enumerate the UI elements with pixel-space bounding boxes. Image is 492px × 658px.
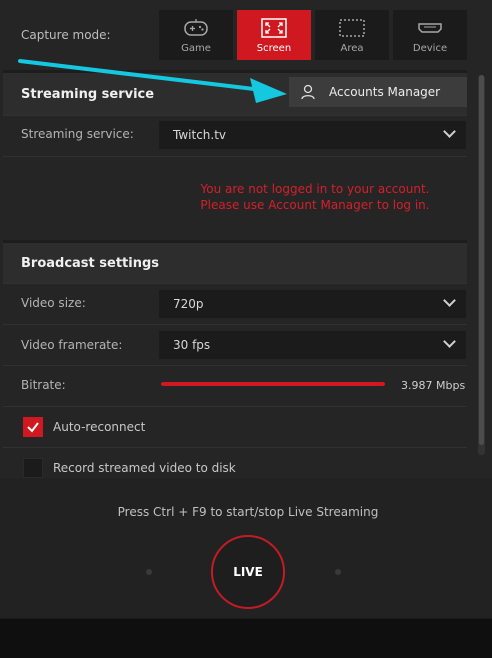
checkmark-icon (27, 422, 39, 433)
chevron-down-icon (443, 294, 456, 307)
streaming-service-value: Twitch.tv (173, 128, 227, 142)
bitrate-slider-fill (161, 382, 385, 386)
capture-mode-device-label: Device (412, 43, 448, 54)
record-video-checkbox[interactable] (23, 458, 43, 478)
gamepad-icon (181, 17, 211, 39)
bitrate-slider[interactable] (161, 382, 385, 386)
broadcast-settings-header: Broadcast settings (3, 240, 467, 283)
streaming-service-label: Streaming service: (21, 127, 134, 141)
video-framerate-label: Video framerate: (21, 338, 123, 352)
video-size-value: 720p (173, 297, 204, 311)
live-left-dot (146, 569, 152, 575)
capture-mode-label: Capture mode: (21, 28, 111, 42)
video-size-select[interactable]: 720p (159, 290, 466, 318)
video-framerate-row: Video framerate: 30 fps (3, 324, 467, 365)
hdmi-icon (415, 17, 445, 39)
footer-bar (0, 618, 492, 658)
bitrate-row: Bitrate: 3.987 Mbps (3, 365, 467, 406)
settings-scrollbar[interactable] (478, 75, 485, 455)
auto-reconnect-checkbox[interactable] (23, 417, 43, 437)
capture-mode-area-label: Area (340, 43, 364, 54)
chevron-down-icon (443, 125, 456, 138)
login-error-line2: Please use Account Manager to log in. (200, 198, 430, 212)
auto-reconnect-row: Auto-reconnect (3, 406, 467, 447)
capture-mode-device-button[interactable]: Device (393, 10, 467, 60)
fullscreen-icon (259, 17, 289, 39)
streaming-service-row: Streaming service: Twitch.tv (3, 115, 467, 156)
user-icon (301, 84, 315, 100)
live-hint: Press Ctrl + F9 to start/stop Live Strea… (117, 505, 379, 519)
accounts-manager-button[interactable]: Accounts Manager (289, 77, 467, 107)
video-size-label: Video size: (21, 296, 86, 310)
video-size-row: Video size: 720p (3, 283, 467, 324)
bitrate-label: Bitrate: (21, 378, 66, 392)
annotation-arrow (18, 59, 287, 103)
record-video-label: Record streamed video to disk (53, 461, 236, 475)
capture-mode-area-button[interactable]: Area (315, 10, 389, 60)
live-right-dot (335, 569, 341, 575)
record-video-row: Record streamed video to disk (3, 447, 467, 478)
login-notice-area: You are not logged in to your account. P… (3, 156, 467, 240)
live-button-label: LIVE (233, 565, 263, 579)
video-framerate-value: 30 fps (173, 338, 211, 352)
login-error-line1: You are not logged in to your account. (200, 182, 430, 196)
video-framerate-select[interactable]: 30 fps (159, 331, 466, 359)
streaming-service-select[interactable]: Twitch.tv (159, 121, 466, 149)
accounts-manager-label: Accounts Manager (329, 85, 441, 99)
area-select-icon (337, 17, 367, 39)
auto-reconnect-label: Auto-reconnect (53, 420, 146, 434)
bitrate-value: 3.987 Mbps (401, 379, 466, 392)
chevron-down-icon (443, 335, 456, 348)
scrollbar-thumb[interactable] (479, 75, 484, 445)
live-button[interactable]: LIVE (211, 535, 285, 609)
broadcast-settings-title: Broadcast settings (21, 256, 160, 271)
